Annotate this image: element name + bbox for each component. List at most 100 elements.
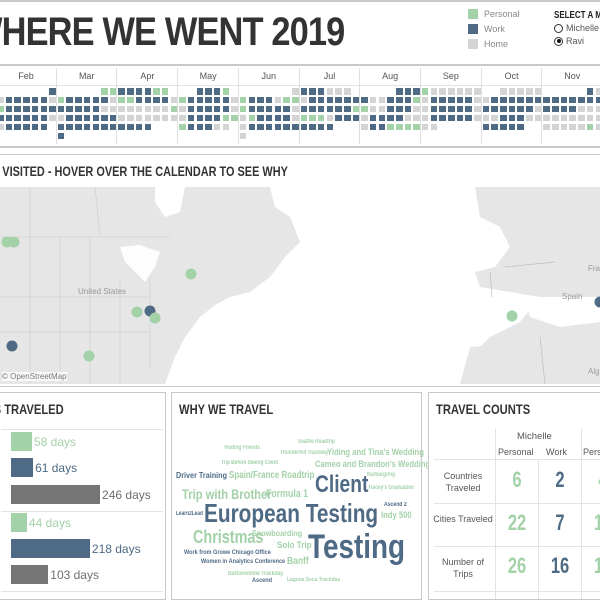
calendar-day-cell[interactable] [75,96,82,104]
calendar-day-cell[interactable] [317,114,325,122]
word-cloud-item[interactable]: Snowboarding [252,529,302,538]
calendar-day-cell[interactable] [248,105,255,113]
word-cloud-item[interactable]: Spain/France Roadtrip [229,471,314,481]
calendar-day-cell[interactable] [292,123,299,131]
calendar-day-cell[interactable] [369,123,377,131]
calendar-day-cell[interactable] [396,123,403,131]
calendar-day-cell[interactable] [0,105,4,113]
calendar-day-cell[interactable] [144,123,151,131]
calendar-day-cell[interactable] [439,114,446,122]
calendar-day-cell[interactable] [274,96,282,104]
calendar-day-cell[interactable] [92,114,99,122]
calendar-day-cell[interactable] [239,123,247,131]
calendar-day-cell[interactable] [0,123,4,131]
bar-michelle-work[interactable] [11,458,34,477]
calendar-day-cell[interactable] [309,114,316,122]
calendar-day-cell[interactable] [586,105,594,113]
calendar-day-cell[interactable] [153,96,160,104]
calendar-day-cell[interactable] [40,114,47,122]
calendar-day-cell[interactable] [586,96,594,104]
calendar-day-cell[interactable] [83,114,91,122]
calendar-day-cell[interactable] [586,114,594,122]
calendar-day-cell[interactable] [430,96,438,104]
calendar-day-cell[interactable] [213,96,221,104]
calendar-day-cell[interactable] [31,105,39,113]
calendar-day-cell[interactable] [292,96,299,104]
calendar-day-cell[interactable] [222,114,230,122]
calendar-day-cell[interactable] [526,96,533,104]
calendar-day-cell[interactable] [257,123,264,131]
calendar-day-cell[interactable] [292,88,299,95]
calendar-day-cell[interactable] [317,123,325,131]
calendar-day-cell[interactable] [369,105,377,113]
calendar-day-cell[interactable] [49,88,56,95]
calendar-day-cell[interactable] [101,123,108,131]
word-cloud-item[interactable]: Tracey's Graduation [368,485,414,491]
calendar-day-cell[interactable] [578,96,585,104]
calendar-day-cell[interactable] [0,114,4,122]
calendar-day-cell[interactable] [335,88,342,95]
calendar-day-cell[interactable] [595,96,600,104]
calendar-day-cell[interactable] [135,114,143,122]
calendar-day-cell[interactable] [239,114,247,122]
calendar-day-cell[interactable] [552,114,559,122]
calendar-day-cell[interactable] [578,114,585,122]
calendar-day-cell[interactable] [482,123,490,131]
calendar-day-cell[interactable] [560,105,568,113]
calendar-day-cell[interactable] [309,123,316,131]
calendar-day-cell[interactable] [439,96,446,104]
calendar-day-cell[interactable] [456,105,464,113]
bar-ravi-total[interactable] [11,565,49,584]
calendar-day-cell[interactable] [196,88,203,95]
calendar-day-cell[interactable] [205,123,212,131]
calendar-day-cell[interactable] [543,96,550,104]
calendar-day-cell[interactable] [552,96,559,104]
calendar-day-cell[interactable] [534,88,542,95]
calendar-day-cell[interactable] [430,123,438,131]
calendar-day-cell[interactable] [14,114,21,122]
calendar-day-cell[interactable] [465,114,472,122]
calendar-day-cell[interactable] [421,123,429,131]
calendar-day-cell[interactable] [5,123,13,131]
calendar-day-cell[interactable] [517,105,524,113]
calendar-day-cell[interactable] [49,105,56,113]
calendar-day-cell[interactable] [569,96,576,104]
calendar-day-cell[interactable] [508,105,516,113]
calendar-day-cell[interactable] [396,96,403,104]
calendar-day-cell[interactable] [101,105,108,113]
calendar-day-cell[interactable] [378,114,386,122]
calendar-day-cell[interactable] [309,88,316,95]
calendar-day-cell[interactable] [187,96,195,104]
word-cloud-item[interactable]: Thunderhill Trackday [280,450,328,456]
calendar-day-cell[interactable] [213,114,221,122]
calendar-day-cell[interactable] [474,114,481,122]
map-point-personal[interactable] [131,306,143,318]
calendar-day-cell[interactable] [569,105,576,113]
calendar-day-cell[interactable] [326,114,334,122]
calendar-day-cell[interactable] [109,88,117,95]
calendar-day-cell[interactable] [413,96,420,104]
calendar-day-cell[interactable] [378,96,386,104]
calendar-day-cell[interactable] [352,96,360,104]
calendar-day-cell[interactable] [517,123,524,131]
calendar-day-cell[interactable] [474,96,481,104]
calendar-day-cell[interactable] [5,105,13,113]
word-cloud-item[interactable]: Yiding and Tina's Wedding [327,448,424,457]
calendar-day-cell[interactable] [491,114,498,122]
calendar-day-cell[interactable] [75,123,82,131]
calendar-day-cell[interactable] [326,96,334,104]
calendar-day-cell[interactable] [344,105,351,113]
calendar-day-cell[interactable] [448,88,455,95]
calendar-day-cell[interactable] [413,88,420,95]
calendar-day-cell[interactable] [222,96,230,104]
calendar-day-cell[interactable] [57,96,65,104]
word-cloud-item[interactable]: Ascend [252,577,272,585]
calendar-day-cell[interactable] [222,123,230,131]
calendar-day-cell[interactable] [179,105,186,113]
word-cloud-item[interactable]: Banff [287,557,309,567]
calendar-day-cell[interactable] [196,114,203,122]
radio-ravi[interactable]: Ravi [554,36,584,46]
radio-michelle[interactable]: Michelle [554,23,599,33]
calendar-day-cell[interactable] [378,105,386,113]
calendar-day-cell[interactable] [213,88,221,95]
